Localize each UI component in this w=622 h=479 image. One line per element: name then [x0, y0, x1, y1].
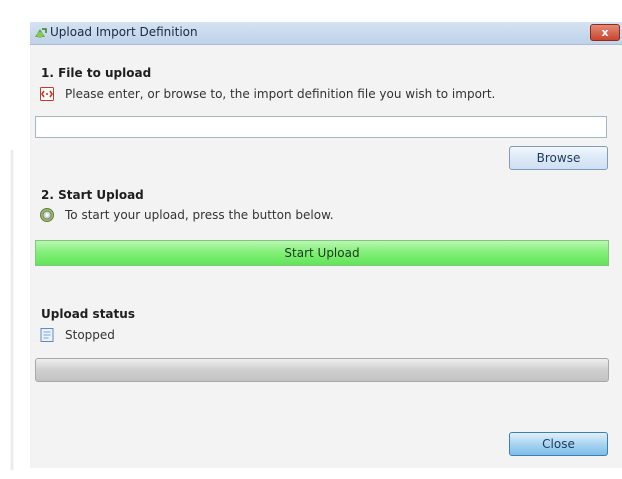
title-bar[interactable]: Upload Import Definition x — [30, 22, 622, 45]
window-edge-shadow — [10, 150, 14, 470]
upload-app-icon — [35, 28, 47, 38]
document-icon — [40, 328, 54, 342]
browse-button[interactable]: Browse — [509, 146, 608, 170]
upload-progress-bar — [35, 358, 609, 382]
gear-icon — [40, 208, 54, 222]
section-file-heading: 1. File to upload — [41, 66, 152, 80]
window-close-button[interactable]: x — [590, 24, 620, 41]
upload-status-value: Stopped — [65, 328, 115, 342]
section-start-heading: 2. Start Upload — [41, 188, 144, 202]
file-path-input[interactable] — [35, 116, 607, 138]
window-title: Upload Import Definition — [50, 25, 198, 39]
upload-status-heading: Upload status — [41, 307, 135, 321]
start-upload-button[interactable]: Start Upload — [35, 240, 609, 266]
upload-import-dialog: Upload Import Definition x 1. File to up… — [30, 22, 622, 468]
section-start-hint: To start your upload, press the button b… — [65, 208, 334, 222]
section-file-hint: Please enter, or browse to, the import d… — [65, 87, 496, 101]
xml-file-icon — [40, 87, 54, 101]
close-button[interactable]: Close — [509, 432, 608, 456]
